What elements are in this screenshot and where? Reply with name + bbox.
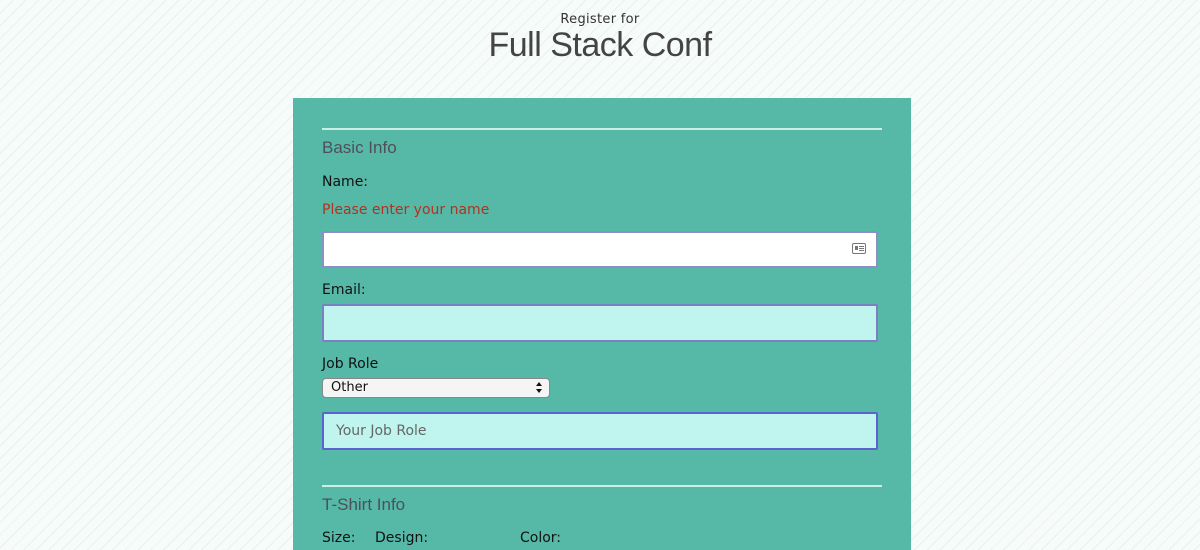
job-role-selected-value: Other bbox=[331, 380, 368, 395]
registration-form: Basic Info Name: Please enter your name … bbox=[293, 98, 911, 550]
contact-card-icon[interactable] bbox=[852, 243, 866, 254]
section-divider bbox=[322, 485, 882, 487]
color-label: Color: bbox=[520, 530, 562, 546]
page-subtitle: Register for bbox=[560, 12, 640, 27]
other-job-role-placeholder: Your Job Role bbox=[336, 423, 427, 439]
section-divider bbox=[322, 128, 882, 130]
job-role-select[interactable]: Other bbox=[322, 378, 550, 398]
name-error-message: Please enter your name bbox=[322, 202, 490, 218]
job-role-label: Job Role bbox=[322, 356, 379, 372]
name-label: Name: bbox=[322, 174, 369, 190]
email-input[interactable] bbox=[322, 304, 878, 342]
other-job-role-input[interactable]: Your Job Role bbox=[322, 412, 878, 450]
size-label: Size: bbox=[322, 530, 356, 546]
tshirt-info-title: T-Shirt Info bbox=[322, 495, 406, 514]
design-label: Design: bbox=[375, 530, 429, 546]
page-title: Full Stack Conf bbox=[488, 26, 712, 64]
basic-info-title: Basic Info bbox=[322, 138, 397, 157]
email-label: Email: bbox=[322, 282, 366, 298]
name-input[interactable] bbox=[322, 231, 878, 268]
select-arrows-icon bbox=[536, 381, 544, 395]
